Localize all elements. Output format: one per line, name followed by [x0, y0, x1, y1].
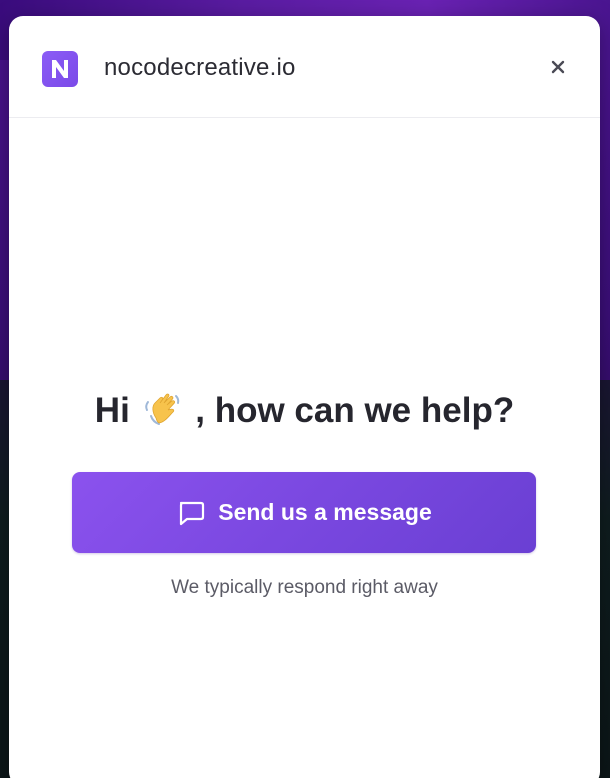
greeting-rest: , how can we help? [195, 391, 515, 430]
chat-bubble-icon [180, 501, 205, 525]
waving-hand-icon [144, 393, 179, 425]
n-logo-icon [42, 51, 78, 87]
brand-name: nocodecreative.io [104, 54, 296, 81]
widget-header: nocodecreative.io [9, 16, 600, 118]
response-time-note: We typically respond right away [171, 577, 438, 598]
close-icon [551, 60, 565, 74]
greeting-hi: Hi [94, 391, 130, 430]
close-button[interactable] [545, 54, 571, 80]
send-message-button[interactable]: Send us a message [72, 472, 536, 553]
send-message-label: Send us a message [218, 499, 432, 525]
greeting-heading: Hi , how can we help? [9, 388, 600, 431]
chat-widget: nocodecreative.io Hi , how can we help? … [9, 16, 600, 778]
